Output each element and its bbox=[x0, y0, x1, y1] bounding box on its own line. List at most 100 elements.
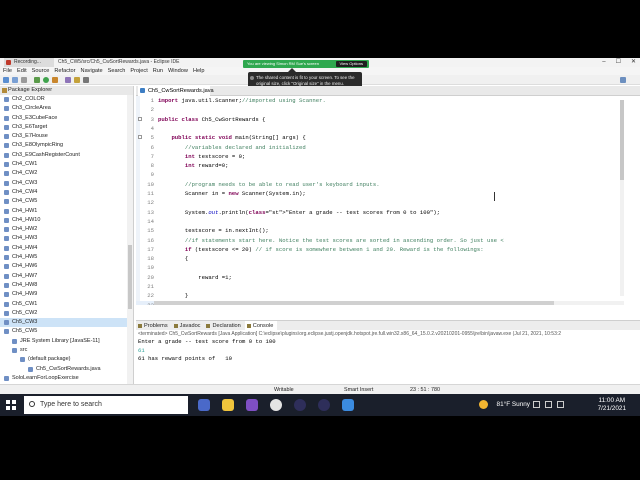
menu-item-source[interactable]: Source bbox=[32, 67, 50, 75]
tree-item[interactable]: Ch3_E9CashRegisterCount bbox=[0, 151, 133, 160]
tree-item-label: Ch4_CW5 bbox=[12, 198, 38, 205]
tree-item[interactable]: Ch4_CW1 bbox=[0, 160, 133, 169]
tree-item-label: Ch3_E7House bbox=[12, 133, 48, 140]
taskbar-search-box[interactable]: Type here to search bbox=[24, 396, 188, 414]
zoom-app-icon[interactable] bbox=[198, 399, 210, 411]
scroll-thumb[interactable] bbox=[128, 245, 132, 309]
tab-java-file[interactable]: Ch5_CwSortRewards.java bbox=[138, 86, 214, 96]
scroll-thumb[interactable] bbox=[154, 301, 554, 305]
tree-item[interactable]: Ch3_E7House bbox=[0, 132, 133, 141]
project-icon bbox=[4, 180, 9, 186]
tree-item[interactable]: Ch4_CW4 bbox=[0, 188, 133, 197]
code-text: import java.util.Scanner;//imported usin… bbox=[158, 97, 326, 104]
tree-item[interactable]: Ch4_HW5 bbox=[0, 253, 133, 262]
tree-item[interactable]: Ch5_CwSortRewards.java bbox=[0, 365, 133, 374]
tab-problems[interactable]: Problems bbox=[136, 321, 172, 330]
minimize-button[interactable]: – bbox=[602, 58, 605, 67]
perspective-icon[interactable] bbox=[620, 77, 626, 83]
line-number: 10 bbox=[147, 180, 154, 188]
tab-javadoc[interactable]: Javadoc bbox=[172, 321, 205, 330]
maximize-button[interactable]: ☐ bbox=[616, 58, 621, 67]
weather-widget[interactable]: 81°F Sunny bbox=[497, 401, 530, 408]
scroll-thumb[interactable] bbox=[620, 100, 624, 180]
tree-item[interactable]: Ch4_HW10 bbox=[0, 216, 133, 225]
tree-item[interactable]: Ch4_CW5 bbox=[0, 197, 133, 206]
tree-item[interactable]: Ch4_CW2 bbox=[0, 169, 133, 178]
tree-item[interactable]: src bbox=[0, 346, 133, 355]
debug-icon[interactable] bbox=[34, 77, 40, 83]
tree-item[interactable]: Ch4_CW3 bbox=[0, 179, 133, 188]
close-button[interactable]: ✕ bbox=[631, 58, 636, 67]
tree-item[interactable]: Ch4_HW1 bbox=[0, 207, 133, 216]
menu-item-search[interactable]: Search bbox=[108, 67, 126, 75]
external-tools-icon[interactable] bbox=[52, 77, 58, 83]
tree-item[interactable]: Ch4_HW8 bbox=[0, 281, 133, 290]
volume-icon[interactable] bbox=[545, 401, 552, 408]
windows-start-icon[interactable] bbox=[6, 400, 16, 410]
clock[interactable]: 11:00 AM 7/21/2021 bbox=[598, 397, 626, 413]
tree-item-label: Ch4_CW3 bbox=[12, 179, 38, 186]
tree-item-label: Ch4_CW1 bbox=[12, 161, 38, 168]
fold-icon[interactable] bbox=[138, 135, 142, 140]
app-icon[interactable] bbox=[342, 399, 354, 411]
tree-item[interactable]: Ch5_CW3 bbox=[0, 318, 133, 328]
menu-item-edit[interactable]: Edit bbox=[17, 67, 27, 75]
tree-item[interactable]: SoloLearnForLoopExercise bbox=[0, 374, 133, 383]
tree-item[interactable]: Ch5_CW5 bbox=[0, 327, 133, 336]
tree-item[interactable]: Ch4_HW9 bbox=[0, 290, 133, 299]
new-icon[interactable] bbox=[3, 77, 9, 83]
tree-item[interactable]: Ch4_HW7 bbox=[0, 272, 133, 281]
save-icon[interactable] bbox=[12, 77, 18, 83]
menu-item-run[interactable]: Run bbox=[153, 67, 163, 75]
tab-declaration[interactable]: Declaration bbox=[204, 321, 244, 330]
console-view[interactable]: <terminated> Ch5_CwSortRewards [Java App… bbox=[136, 330, 640, 384]
tab-console[interactable]: Console bbox=[244, 321, 278, 330]
tree-item[interactable]: Ch3_CircleArea bbox=[0, 104, 133, 113]
menu-item-project[interactable]: Project bbox=[130, 67, 147, 75]
code-editor[interactable]: 1 import java.util.Scanner;//imported usi… bbox=[136, 96, 640, 305]
open-type-icon[interactable] bbox=[74, 77, 80, 83]
menu-item-help[interactable]: Help bbox=[193, 67, 205, 75]
project-icon bbox=[4, 255, 9, 261]
tree-item[interactable]: JRE System Library [JavaSE-11] bbox=[0, 337, 133, 346]
tree-item[interactable]: Ch5_CW1 bbox=[0, 300, 133, 309]
view-options-button[interactable]: View Options bbox=[335, 61, 367, 67]
print-icon[interactable] bbox=[21, 77, 27, 83]
menu-item-navigate[interactable]: Navigate bbox=[81, 67, 103, 75]
tree-item[interactable]: Ch4_HW2 bbox=[0, 225, 133, 234]
menu-item-file[interactable]: File bbox=[3, 67, 12, 75]
tree-item[interactable]: (default package) bbox=[0, 355, 133, 364]
editor-vertical-scrollbar[interactable] bbox=[620, 100, 624, 296]
recording-tab[interactable]: Recording... bbox=[4, 58, 54, 67]
project-icon bbox=[4, 217, 9, 223]
line-number: 4 bbox=[150, 124, 154, 132]
package-explorer-scrollbar[interactable] bbox=[127, 95, 133, 407]
menu-item-refactor[interactable]: Refactor bbox=[54, 67, 75, 75]
search-icon[interactable] bbox=[83, 77, 89, 83]
network-icon[interactable] bbox=[533, 401, 540, 408]
editor-horizontal-scrollbar[interactable] bbox=[154, 301, 624, 305]
eclipse-icon[interactable] bbox=[294, 399, 306, 411]
tree-item[interactable]: Ch4_HW6 bbox=[0, 262, 133, 271]
fold-icon[interactable] bbox=[138, 116, 142, 121]
tree-item[interactable]: Ch3_E6Target bbox=[0, 123, 133, 132]
console-output: Enter a grade -- test score from 0 to 10… bbox=[136, 338, 640, 364]
eclipse-icon-2[interactable] bbox=[318, 399, 330, 411]
file-explorer-icon[interactable] bbox=[222, 399, 234, 411]
line-number: 3 bbox=[150, 115, 154, 123]
run-icon[interactable] bbox=[43, 77, 49, 83]
folder-icon bbox=[20, 357, 25, 363]
tree-item-label: Ch4_HW8 bbox=[12, 281, 38, 288]
tree-item[interactable]: Ch5_CW2 bbox=[0, 309, 133, 318]
tree-item[interactable]: Ch3_E3CubeFace bbox=[0, 114, 133, 123]
battery-icon[interactable] bbox=[557, 401, 564, 408]
tree-item[interactable]: Ch2_COLOR bbox=[0, 95, 133, 104]
tree-item[interactable]: Ch4_HW3 bbox=[0, 234, 133, 243]
tree-item-label: Ch5_CW3 bbox=[12, 319, 38, 326]
visual-studio-icon[interactable] bbox=[246, 399, 258, 411]
chrome-icon[interactable] bbox=[270, 399, 282, 411]
new-class-icon[interactable] bbox=[65, 77, 71, 83]
tree-item[interactable]: Ch4_HW4 bbox=[0, 244, 133, 253]
menu-item-window[interactable]: Window bbox=[168, 67, 188, 75]
tree-item[interactable]: Ch3_E8OlympicRing bbox=[0, 141, 133, 150]
